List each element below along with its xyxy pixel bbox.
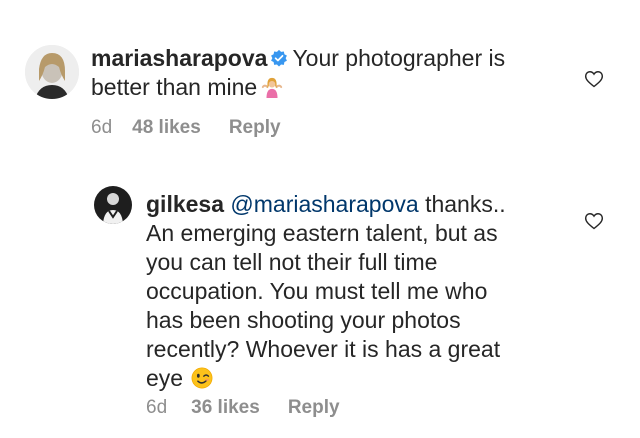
comment-meta: 6d 48 likes Reply — [91, 117, 281, 139]
comment-body: thanks.. — [425, 191, 506, 217]
timestamp: 6d — [91, 117, 113, 138]
heart-icon[interactable] — [584, 69, 604, 89]
comment-line: eye — [146, 365, 184, 391]
verified-badge-icon — [271, 49, 288, 67]
comment-line: you can tell not their full time — [146, 249, 438, 275]
username[interactable]: gilkesa — [146, 191, 224, 217]
comment-meta: 6d 36 likes Reply — [146, 397, 340, 419]
likes-count[interactable]: 36 likes — [191, 397, 260, 419]
comment-body-line2: better than mine — [91, 74, 258, 100]
avatar[interactable] — [94, 186, 132, 224]
winking-face-icon — [191, 367, 213, 389]
comment-text: mariasharapova Your photographer is bette… — [91, 44, 591, 102]
comment-line: An emerging eastern talent, but as — [146, 220, 498, 246]
comment-body: Your photographer is — [292, 45, 506, 71]
reply-button[interactable]: Reply — [288, 397, 340, 419]
comment-text: gilkesa @mariasharapova thanks.. An emer… — [146, 190, 576, 393]
woman-shrugging-icon — [262, 77, 283, 98]
username[interactable]: mariasharapova — [91, 45, 267, 71]
mention-link[interactable]: @mariasharapova — [230, 191, 418, 217]
heart-icon[interactable] — [584, 211, 604, 231]
avatar[interactable] — [25, 45, 79, 99]
timestamp: 6d — [146, 397, 168, 418]
comment-line: has been shooting your photos — [146, 307, 461, 333]
comment-line: recently? Whoever it is has a great — [146, 336, 501, 362]
comment-line: occupation. You must tell me who — [146, 278, 488, 304]
reply-button[interactable]: Reply — [229, 117, 281, 139]
likes-count[interactable]: 48 likes — [132, 117, 201, 139]
